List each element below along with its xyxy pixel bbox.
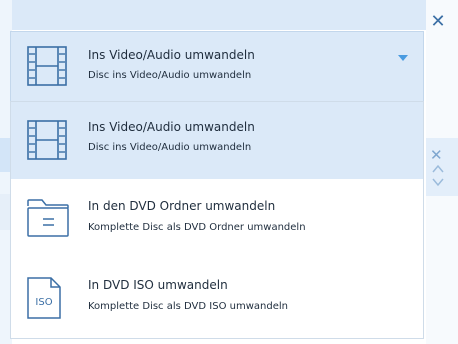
close-icon[interactable]: ✕ [428, 12, 448, 32]
iso-icon-label: ISO [35, 297, 52, 308]
option-subtitle: Disc ins Video/Audio umwandeln [88, 142, 252, 153]
film-strip-icon [27, 120, 67, 160]
option-title: In den DVD Ordner umwandeln [88, 199, 276, 213]
folder-icon [27, 199, 69, 237]
move-down-icon[interactable] [432, 178, 444, 187]
conversion-mode-select[interactable]: Ins Video/Audio umwandeln Disc ins Video… [10, 31, 424, 102]
dialog-header-bar [0, 0, 458, 30]
chevron-down-icon[interactable] [397, 54, 409, 62]
option-video-audio[interactable]: Ins Video/Audio umwandeln Disc ins Video… [11, 102, 423, 179]
iso-file-icon: ISO [27, 277, 61, 319]
option-subtitle: Komplette Disc als DVD Ordner umwandeln [88, 222, 306, 233]
selected-option-title: Ins Video/Audio umwandeln [88, 48, 255, 62]
option-subtitle: Komplette Disc als DVD ISO umwandeln [88, 301, 288, 312]
conversion-mode-dropdown: Ins Video/Audio umwandeln Disc ins Video… [10, 101, 424, 339]
move-up-icon[interactable] [432, 164, 444, 173]
film-strip-icon [27, 46, 67, 86]
option-dvd-folder[interactable]: In den DVD Ordner umwandeln Komplette Di… [11, 179, 423, 257]
option-title: Ins Video/Audio umwandeln [88, 120, 255, 134]
selected-option-subtitle: Disc ins Video/Audio umwandeln [88, 70, 252, 81]
remove-row-icon[interactable]: ✕ [430, 148, 443, 163]
option-dvd-iso[interactable]: ISO In DVD ISO umwandeln Komplette Disc … [11, 257, 423, 338]
option-title: In DVD ISO umwandeln [88, 278, 228, 292]
